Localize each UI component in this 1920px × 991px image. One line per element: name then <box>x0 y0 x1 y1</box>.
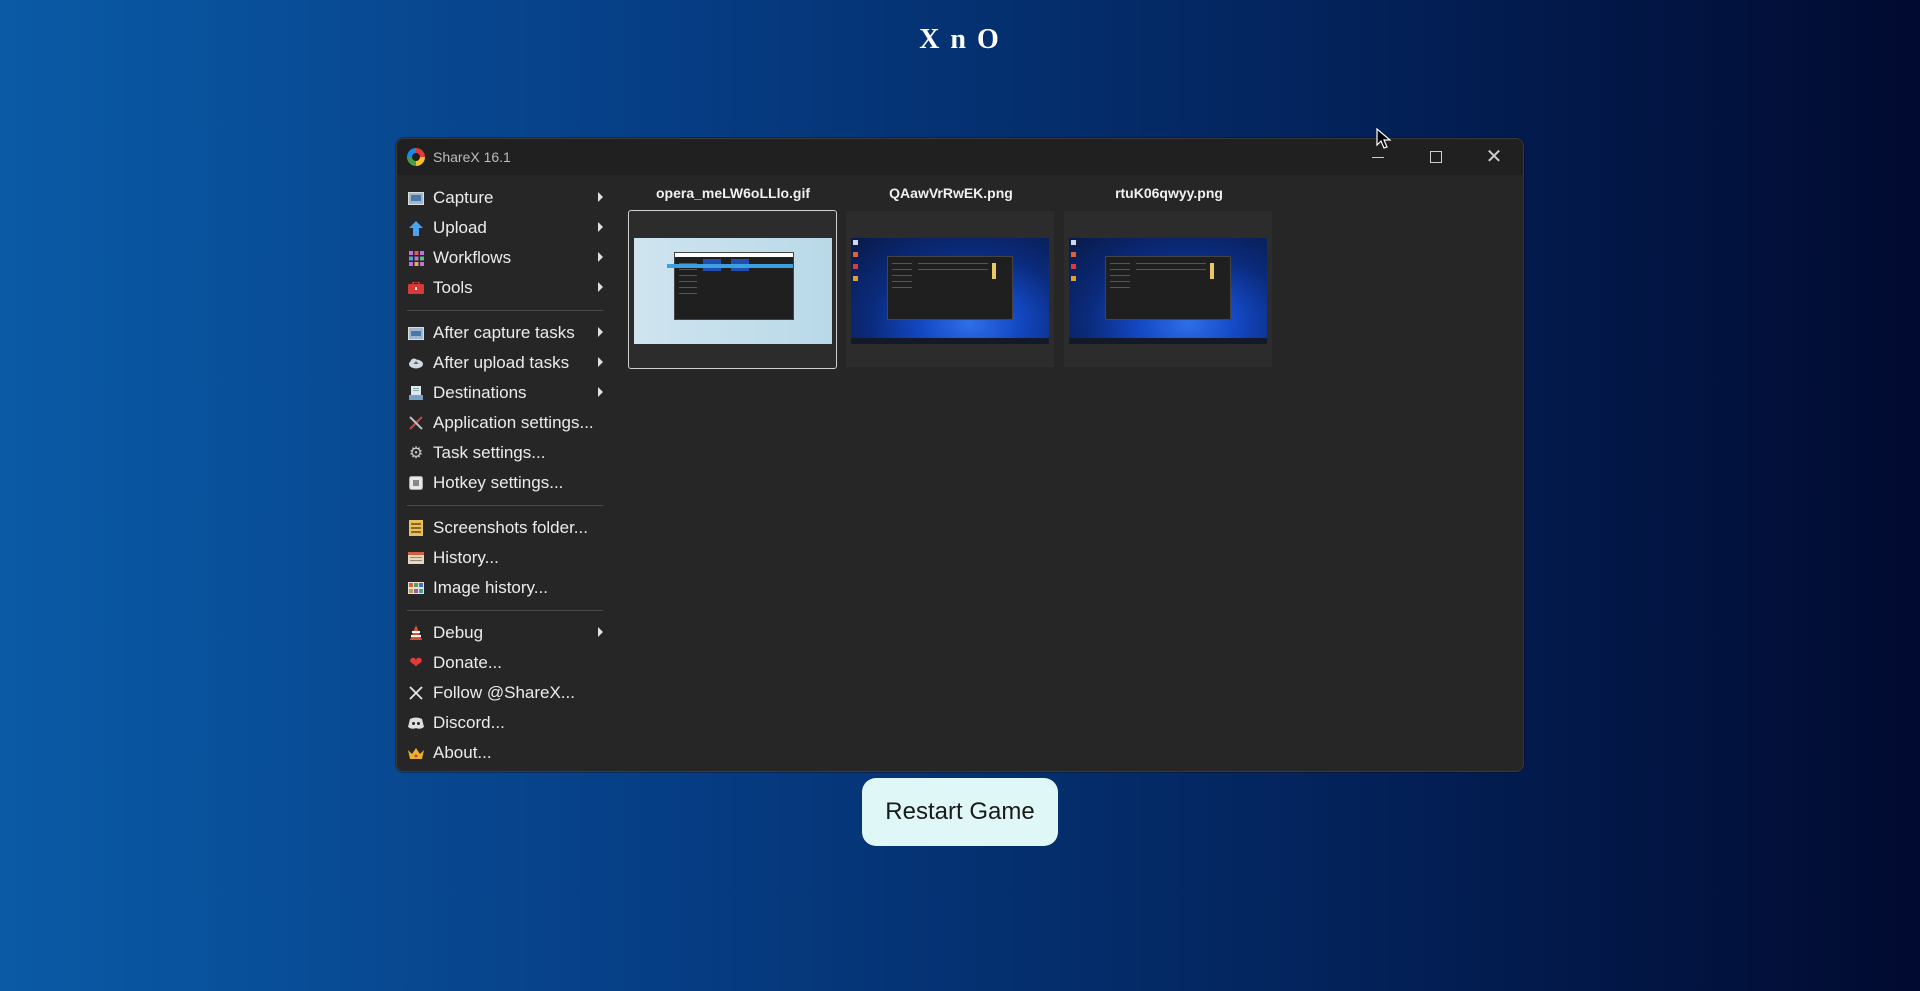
menu-item-discord[interactable]: Discord... <box>403 708 603 738</box>
maximize-button[interactable] <box>1407 139 1465 175</box>
maximize-icon <box>1430 151 1442 163</box>
menu-item-label: Destinations <box>433 383 527 402</box>
menu-item-upload[interactable]: Upload <box>403 213 603 243</box>
game-title: X n O <box>919 24 1001 55</box>
menu-item-donate[interactable]: ❤ Donate... <box>403 648 603 678</box>
menu-item-label: After upload tasks <box>433 353 570 372</box>
main-menu: Capture Upload Workflows Tools After cap… <box>403 183 603 768</box>
sharex-logo-icon <box>407 148 425 166</box>
menu-item-label: Screenshots folder... <box>433 518 588 537</box>
menu-separator <box>407 505 603 506</box>
menu-item-label: History... <box>433 548 499 567</box>
submenu-arrow-icon <box>598 192 603 202</box>
menu-item-history[interactable]: History... <box>403 543 603 573</box>
image-history-icon <box>407 580 425 596</box>
menu-item-label: After capture tasks <box>433 323 575 342</box>
menu-item-label: Application settings... <box>433 413 594 432</box>
tools-icon <box>407 280 425 296</box>
thumbnail-image-detail <box>887 256 1013 320</box>
thumbnail-image <box>634 238 832 344</box>
task-settings-icon: ⚙ <box>408 445 424 462</box>
menu-item-follow-sharex[interactable]: Follow @ShareX... <box>403 678 603 708</box>
x-logo-icon <box>407 685 425 701</box>
history-icon <box>407 550 425 566</box>
submenu-arrow-icon <box>598 627 603 637</box>
menu-item-label: Follow @ShareX... <box>433 683 575 702</box>
menu-item-image-history[interactable]: Image history... <box>403 573 603 603</box>
thumbnail-image <box>851 238 1049 344</box>
heart-icon: ❤ <box>409 655 423 672</box>
debug-icon <box>407 625 425 641</box>
minimize-icon <box>1372 156 1384 158</box>
thumbnail-filename: opera_meLW6oLLlo.gif <box>655 185 810 201</box>
mouse-cursor-icon <box>1376 128 1392 149</box>
title-bar[interactable]: ShareX 16.1 ✕ <box>397 139 1523 175</box>
restart-game-button[interactable]: Restart Game <box>862 778 1058 846</box>
menu-item-workflows[interactable]: Workflows <box>403 243 603 273</box>
submenu-arrow-icon <box>598 222 603 232</box>
close-icon: ✕ <box>1485 146 1503 168</box>
menu-item-task-settings[interactable]: ⚙ Task settings... <box>403 438 603 468</box>
menu-item-about[interactable]: About... <box>403 738 603 768</box>
app-settings-icon <box>407 415 425 431</box>
thumbnail-filename: rtuK06qwyy.png <box>1115 185 1223 201</box>
window-title: ShareX 16.1 <box>433 149 511 165</box>
thumbnail-image-detail <box>853 240 859 288</box>
menu-item-label: Workflows <box>433 248 512 267</box>
hotkey-settings-icon <box>407 475 425 491</box>
menu-item-destinations[interactable]: Destinations <box>403 378 603 408</box>
menu-item-debug[interactable]: Debug <box>403 618 603 648</box>
submenu-arrow-icon <box>598 357 603 367</box>
folder-icon <box>407 520 425 536</box>
menu-item-label: Donate... <box>433 653 502 672</box>
submenu-arrow-icon <box>598 282 603 292</box>
menu-item-label: Task settings... <box>433 443 546 462</box>
thumbnail-item[interactable] <box>1064 211 1272 367</box>
discord-icon <box>407 715 425 731</box>
submenu-arrow-icon <box>598 387 603 397</box>
menu-item-label: Discord... <box>433 713 505 732</box>
menu-item-after-upload-tasks[interactable]: After upload tasks <box>403 348 603 378</box>
close-button[interactable]: ✕ <box>1465 139 1523 175</box>
thumbnail-filename: QAawVrRwEK.png <box>889 185 1013 201</box>
menu-item-label: Upload <box>433 218 487 237</box>
after-capture-icon <box>407 325 425 341</box>
menu-item-tools[interactable]: Tools <box>403 273 603 303</box>
menu-item-label: Capture <box>433 188 494 207</box>
workflows-icon <box>407 250 425 266</box>
thumbnail-image <box>1069 238 1267 344</box>
thumbnail-item[interactable] <box>628 210 837 369</box>
upload-icon <box>407 220 425 236</box>
menu-item-after-capture-tasks[interactable]: After capture tasks <box>403 318 603 348</box>
sharex-window: ShareX 16.1 ✕ Capture Upload Workflows T… <box>396 138 1524 772</box>
submenu-arrow-icon <box>598 327 603 337</box>
thumbnail-image-detail <box>1069 338 1267 344</box>
menu-item-label: About... <box>433 743 492 762</box>
menu-separator <box>407 310 603 311</box>
thumbnail-image-detail <box>674 252 794 320</box>
menu-item-label: Image history... <box>433 578 548 597</box>
submenu-arrow-icon <box>598 252 603 262</box>
menu-separator <box>407 610 603 611</box>
thumbnail-item[interactable] <box>846 211 1054 367</box>
destinations-icon <box>407 385 425 401</box>
capture-icon <box>407 190 425 206</box>
thumbnail-image-detail <box>851 338 1049 344</box>
thumbnail-image-detail <box>1105 256 1231 320</box>
menu-item-hotkey-settings[interactable]: Hotkey settings... <box>403 468 603 498</box>
menu-item-label: Hotkey settings... <box>433 473 564 492</box>
menu-item-capture[interactable]: Capture <box>403 183 603 213</box>
menu-item-application-settings[interactable]: Application settings... <box>403 408 603 438</box>
thumbnail-image-detail <box>667 264 793 268</box>
crown-icon <box>407 745 425 761</box>
menu-item-label: Debug <box>433 623 484 642</box>
menu-item-screenshots-folder[interactable]: Screenshots folder... <box>403 513 603 543</box>
thumbnail-image-detail <box>1071 240 1077 288</box>
after-upload-icon <box>407 355 425 371</box>
menu-item-label: Tools <box>433 278 473 297</box>
